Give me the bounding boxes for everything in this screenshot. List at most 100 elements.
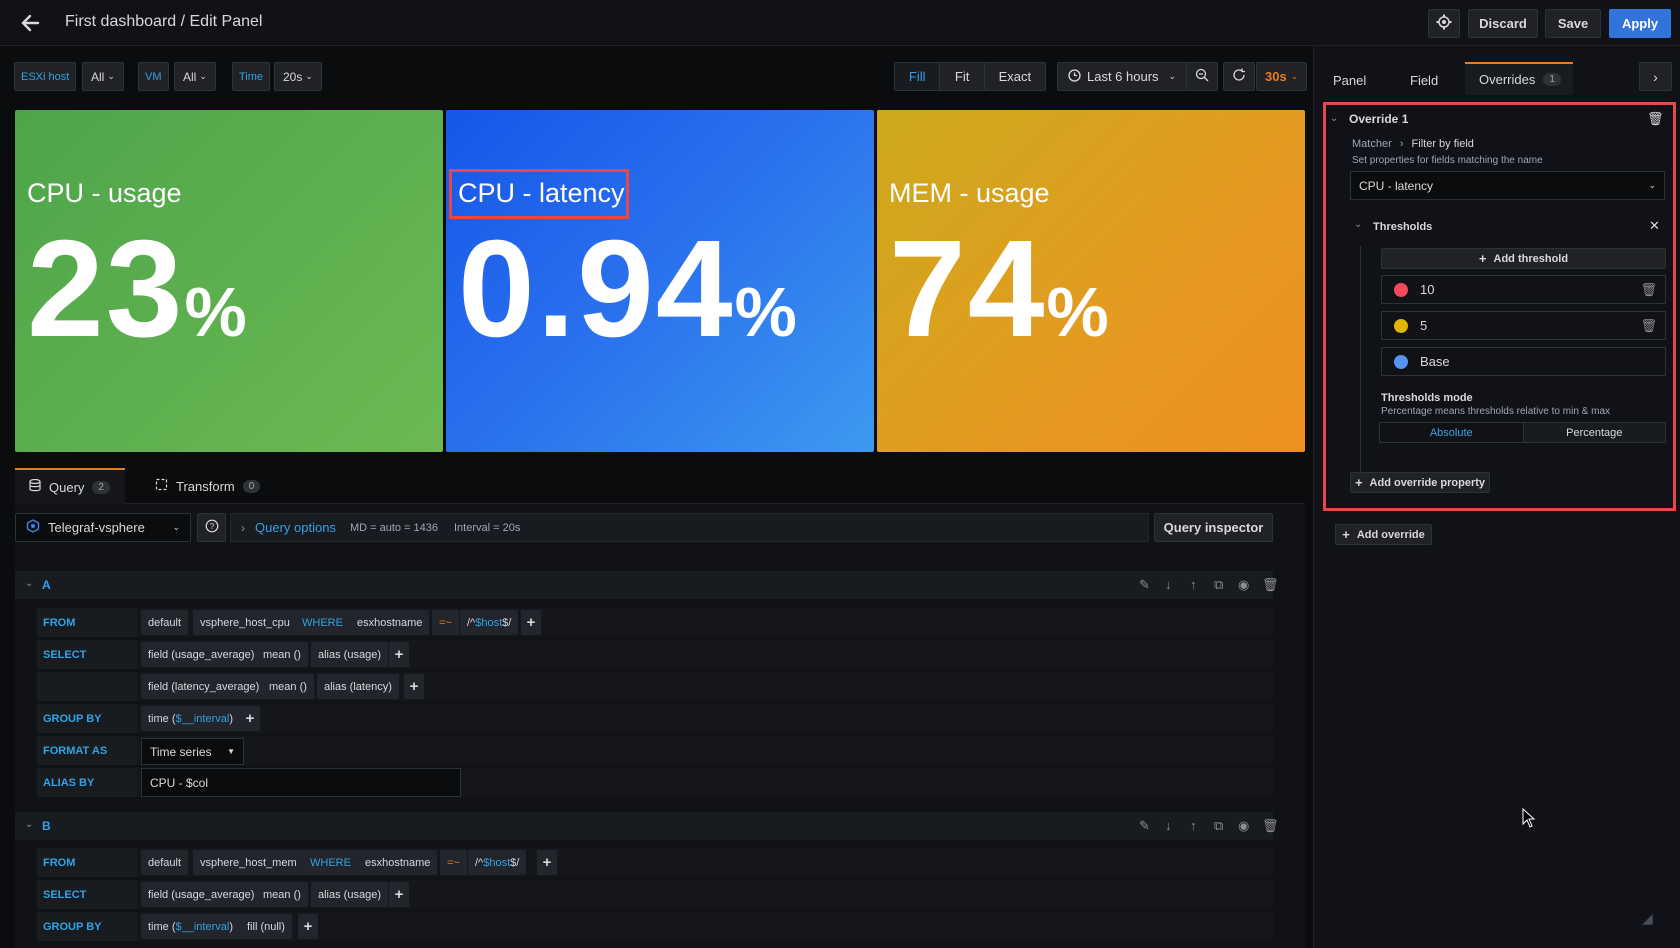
add-select-button[interactable]: + — [404, 674, 424, 699]
help-button[interactable]: ? — [197, 513, 226, 542]
apply-button[interactable]: Apply — [1609, 9, 1671, 38]
group-by-fill[interactable]: fill (null) — [240, 914, 292, 939]
measurement[interactable]: vsphere_host_cpu — [193, 610, 297, 635]
trash-icon[interactable]: 🗑 — [1640, 318, 1657, 334]
add-tag-button[interactable]: + — [537, 850, 557, 875]
eye-icon[interactable]: ◉ — [1238, 577, 1249, 593]
time-range-picker[interactable]: Last 6 hours ⌄ — [1057, 62, 1188, 91]
mode-absolute[interactable]: Absolute — [1380, 423, 1523, 442]
threshold-row-base[interactable]: Base — [1381, 347, 1666, 376]
color-swatch[interactable] — [1394, 282, 1408, 297]
field-name-select[interactable]: CPU - latency ⌄ — [1350, 171, 1665, 200]
add-group-by-button[interactable]: + — [298, 914, 318, 939]
add-threshold-button[interactable]: + Add threshold — [1381, 248, 1666, 269]
measurement[interactable]: vsphere_host_mem — [193, 850, 304, 875]
side-tab-panel[interactable]: Panel — [1333, 73, 1366, 88]
arrow-up-icon[interactable]: ↑ — [1190, 818, 1197, 833]
tag-key[interactable]: esxhostname — [350, 610, 430, 635]
refresh-button[interactable] — [1223, 62, 1255, 91]
select-alias[interactable]: alias (latency) — [317, 674, 399, 699]
select-function[interactable]: mean () — [256, 882, 308, 907]
add-select-button[interactable]: + — [389, 642, 409, 667]
tag-operator[interactable]: =~ — [440, 850, 467, 875]
threshold-value[interactable]: 5 — [1420, 318, 1427, 333]
discard-button[interactable]: Discard — [1468, 9, 1538, 38]
format-as-select[interactable]: Time series ▼ — [141, 738, 244, 765]
collapse-chevron-icon[interactable]: ⌄ — [1330, 113, 1338, 124]
add-select-button[interactable]: + — [389, 882, 409, 907]
zoom-out-button[interactable] — [1186, 62, 1218, 91]
select-function[interactable]: mean () — [262, 674, 314, 699]
collapse-chevron-icon[interactable]: ⌄ — [25, 578, 33, 589]
edit-icon[interactable]: ✎ — [1139, 818, 1150, 834]
add-group-by-button[interactable]: + — [240, 706, 260, 731]
arrow-down-icon[interactable]: ↓ — [1165, 818, 1172, 833]
tag-value[interactable]: /^ $host $/ — [460, 610, 519, 635]
arrow-up-icon[interactable]: ↑ — [1190, 577, 1197, 592]
edit-icon[interactable]: ✎ — [1139, 577, 1150, 593]
tag-operator[interactable]: =~ — [432, 610, 459, 635]
threshold-row-red[interactable]: 10 🗑 — [1381, 275, 1666, 304]
query-options-bar[interactable]: › Query options MD = auto = 1436 Interva… — [230, 513, 1149, 542]
arrow-down-icon[interactable]: ↓ — [1165, 577, 1172, 592]
eye-icon[interactable]: ◉ — [1238, 818, 1249, 834]
stat-title: CPU - usage — [27, 178, 182, 208]
tab-transform[interactable]: Transform 0 — [143, 468, 273, 504]
query-b-header[interactable] — [15, 812, 1273, 840]
trash-icon[interactable]: 🗑 — [1640, 282, 1657, 298]
time-select[interactable]: 20s ⌄ — [274, 62, 322, 91]
view-mode-fill[interactable]: Fill — [895, 63, 940, 90]
esxi-host-select[interactable]: All ⌄ — [82, 62, 124, 91]
group-by-time[interactable]: time ($__interval) — [141, 914, 240, 939]
view-mode-exact[interactable]: Exact — [983, 63, 1045, 90]
group-by-time[interactable]: time ($__interval) — [141, 706, 240, 731]
datasource-picker[interactable]: Telegraf-vsphere ⌄ — [15, 513, 191, 542]
close-icon[interactable]: ✕ — [1649, 218, 1660, 234]
side-tab-field[interactable]: Field — [1410, 73, 1438, 88]
copy-icon[interactable]: ⧉ — [1214, 818, 1223, 834]
tab-query[interactable]: Query 2 — [15, 468, 125, 504]
select-function[interactable]: mean () — [256, 642, 308, 667]
add-override-property-button[interactable]: + Add override property — [1350, 472, 1490, 493]
stat-panel-cpu-usage[interactable]: CPU - usage 23% — [15, 110, 443, 452]
stat-unit: % — [1046, 273, 1111, 351]
tag-key[interactable]: esxhostname — [358, 850, 438, 875]
trash-icon[interactable]: 🗑 — [1647, 111, 1664, 127]
trash-icon[interactable]: 🗑 — [1262, 818, 1279, 834]
trash-icon[interactable]: 🗑 — [1262, 577, 1279, 593]
side-tab-overrides[interactable]: Overrides 1 — [1465, 62, 1573, 95]
back-arrow-icon[interactable] — [18, 10, 44, 36]
threshold-value[interactable]: 10 — [1420, 282, 1434, 297]
mode-percentage[interactable]: Percentage — [1522, 423, 1666, 442]
copy-icon[interactable]: ⧉ — [1214, 577, 1223, 593]
select-alias[interactable]: alias (usage) — [311, 642, 388, 667]
stat-panel-cpu-latency[interactable]: CPU - latency 0.94% — [446, 110, 874, 452]
retention-policy[interactable]: default — [141, 850, 189, 875]
tag-value[interactable]: /^ $host $/ — [468, 850, 527, 875]
resize-handle-icon[interactable]: ◢ — [1642, 910, 1653, 927]
add-tag-button[interactable]: + — [521, 610, 541, 635]
collapse-chevron-icon[interactable]: ⌄ — [1354, 219, 1362, 230]
color-swatch[interactable] — [1394, 318, 1408, 333]
query-a-header[interactable] — [15, 571, 1273, 599]
select-field[interactable]: field (usage_average) — [141, 882, 262, 907]
select-field[interactable]: field (latency_average) — [141, 674, 267, 699]
settings-button[interactable] — [1428, 9, 1460, 38]
threshold-row-yellow[interactable]: 5 🗑 — [1381, 311, 1666, 340]
query-inspector-button[interactable]: Query inspector — [1154, 513, 1273, 542]
view-mode-fit[interactable]: Fit — [939, 63, 983, 90]
add-override-button[interactable]: + Add override — [1335, 524, 1432, 545]
stat-panel-mem-usage[interactable]: MEM - usage 74% — [877, 110, 1305, 452]
retention-policy[interactable]: default — [141, 610, 189, 635]
collapse-chevron-icon[interactable]: ⌄ — [25, 819, 33, 830]
query-options-label[interactable]: Query options — [255, 520, 336, 535]
vm-select[interactable]: All ⌄ — [174, 62, 216, 91]
alias-by-input[interactable]: CPU - $col — [141, 768, 461, 797]
refresh-interval-select[interactable]: 30s ⌄ — [1256, 62, 1308, 91]
collapse-pane-button[interactable]: › — [1639, 62, 1672, 91]
transform-icon — [155, 478, 168, 494]
select-alias[interactable]: alias (usage) — [311, 882, 388, 907]
select-field[interactable]: field (usage_average) — [141, 642, 262, 667]
save-button[interactable]: Save — [1545, 9, 1601, 38]
color-swatch[interactable] — [1394, 354, 1408, 369]
